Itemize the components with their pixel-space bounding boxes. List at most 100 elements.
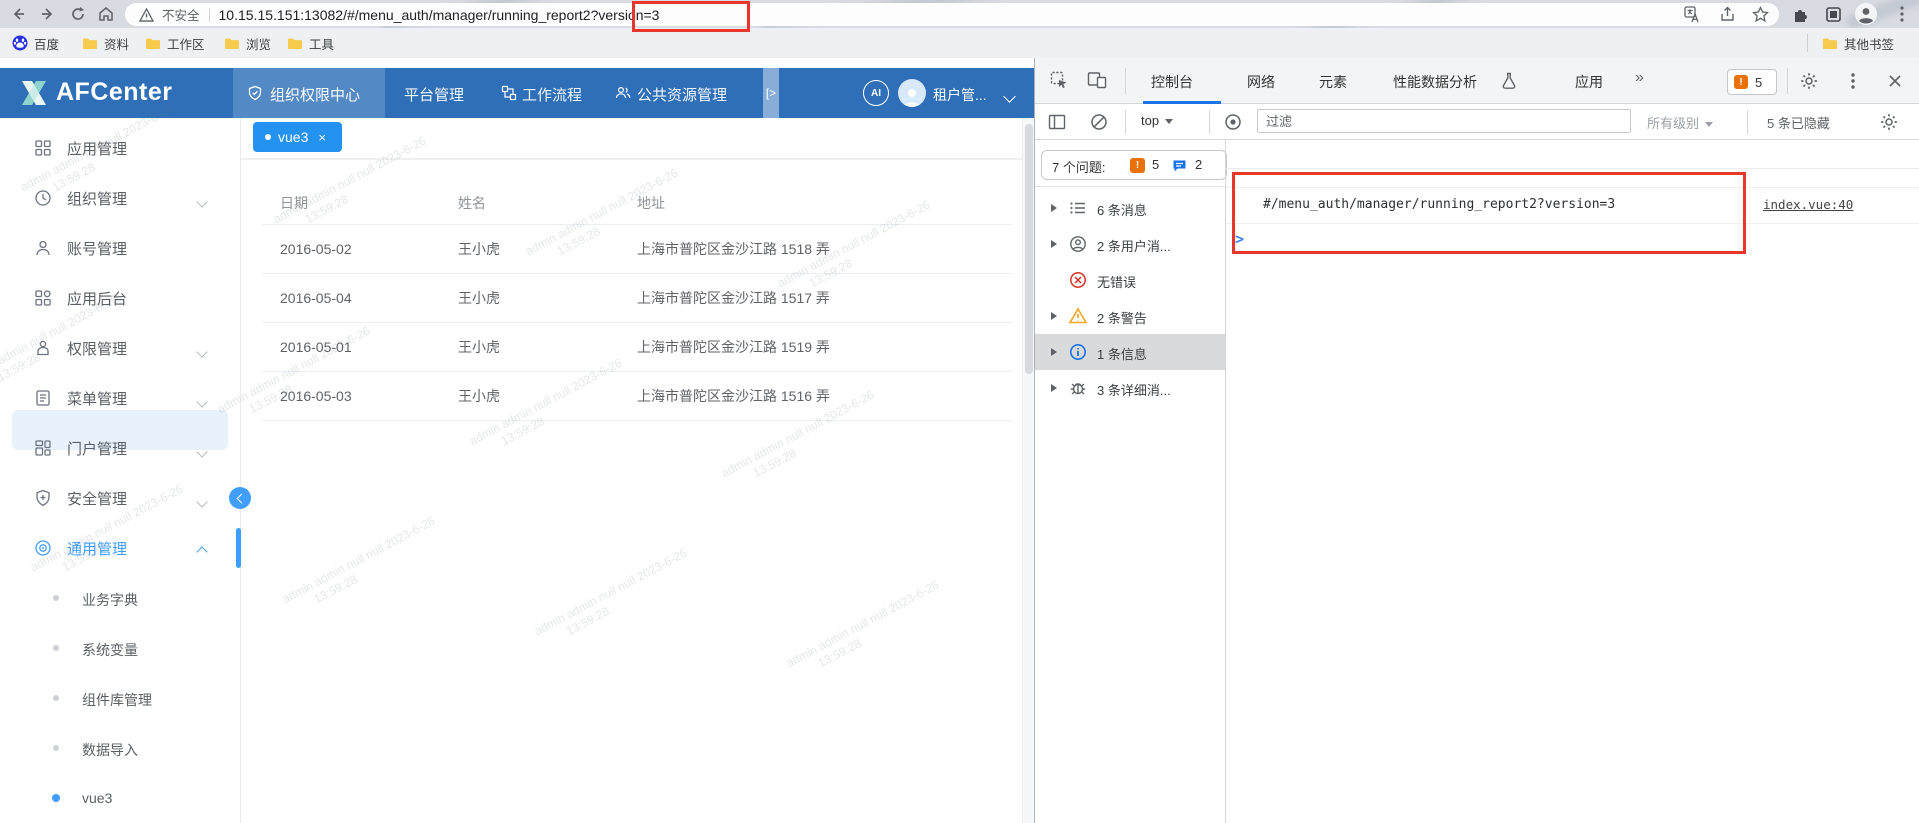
sidebar-item-security-mgmt[interactable]: 安全管理 <box>0 478 240 518</box>
console-sidebar-toggle-icon[interactable] <box>1047 112 1067 132</box>
browser-menu-icon[interactable] <box>1892 4 1912 24</box>
translate-icon[interactable] <box>1682 4 1702 24</box>
cell-date: 2016-05-04 <box>280 290 352 306</box>
device-toolbar-icon[interactable] <box>1087 70 1107 90</box>
tab-vue3[interactable]: vue3 × <box>253 122 342 152</box>
console-filter-info[interactable]: 1 条信息 <box>1035 334 1225 370</box>
sidebar-subitem-vue3[interactable]: vue3 <box>0 783 240 813</box>
bookmark-star-icon[interactable] <box>1750 4 1770 24</box>
devtools-menu-icon[interactable] <box>1843 71 1863 91</box>
console-settings-icon[interactable] <box>1879 112 1899 132</box>
table-row[interactable]: 2016-05-04 王小虎 上海市普陀区金沙江路 1517 弄 <box>262 274 1012 323</box>
nav-item-public-resource[interactable]: 公共资源管理 <box>637 84 727 105</box>
problems-summary-button[interactable]: 7 个问题: ! 5 2 <box>1041 150 1227 180</box>
sidebar-subitem-label: 组件库管理 <box>82 690 152 710</box>
devtools-close-icon[interactable] <box>1885 71 1905 91</box>
profile-avatar[interactable] <box>1854 2 1878 26</box>
sidebar-subitem-business-dict[interactable]: 业务字典 <box>0 583 240 613</box>
reload-icon[interactable] <box>68 4 88 24</box>
devtools-tab-performance[interactable]: 性能数据分析 <box>1393 72 1477 92</box>
home-icon[interactable] <box>96 4 116 24</box>
user-menu-chevron-icon[interactable] <box>1005 88 1014 106</box>
forward-icon[interactable] <box>38 4 58 24</box>
expand-triangle-icon[interactable] <box>1051 312 1057 320</box>
sidebar-subitem-component-lib[interactable]: 组件库管理 <box>0 683 240 713</box>
bookmark-folder[interactable]: 浏览 <box>224 33 271 53</box>
console-filter-errors[interactable]: 无错误 <box>1035 262 1225 298</box>
live-expression-eye-icon[interactable] <box>1223 112 1243 132</box>
other-bookmarks[interactable]: 其他书签 <box>1822 33 1894 53</box>
table-row[interactable]: 2016-05-03 王小虎 上海市普陀区金沙江路 1516 弄 <box>262 372 1012 421</box>
back-icon[interactable] <box>8 4 28 24</box>
sidebar-item-menu-mgmt[interactable]: 菜单管理 <box>0 378 240 418</box>
tab-close-icon[interactable]: × <box>318 130 326 145</box>
scrollbar-thumb[interactable] <box>1025 124 1033 374</box>
column-header: 地址 <box>637 193 665 213</box>
expand-triangle-icon[interactable] <box>1051 204 1057 212</box>
console-filter-all-messages[interactable]: 6 条消息 <box>1035 190 1225 226</box>
console-log-row[interactable]: #/menu_auth/manager/running_report2?vers… <box>1226 187 1919 224</box>
sidebar-collapse-button[interactable] <box>229 487 251 509</box>
console-filter-warnings[interactable]: 2 条警告 <box>1035 298 1225 334</box>
more-tabs-icon[interactable]: » <box>1635 69 1644 87</box>
ai-assistant-icon[interactable]: AI <box>863 80 889 106</box>
nav-expand-button[interactable]: [> <box>763 68 779 118</box>
console-prompt-icon[interactable]: > <box>1235 230 1244 248</box>
devtools-settings-icon[interactable] <box>1799 71 1819 91</box>
log-level-selector[interactable]: 所有级别 <box>1647 113 1713 132</box>
portal-grid-icon <box>34 439 52 457</box>
problems-message-count: 2 <box>1195 157 1202 172</box>
column-header: 姓名 <box>458 193 486 213</box>
nav-item-workflow[interactable]: 工作流程 <box>522 84 582 105</box>
sidebar-item-account-mgmt[interactable]: 账号管理 <box>0 228 240 268</box>
sidebar-item-org-mgmt[interactable]: 组织管理 <box>0 178 240 218</box>
devtools-tab-console[interactable]: 控制台 <box>1151 72 1193 92</box>
bullet-dot-icon <box>53 745 59 751</box>
grid-icon <box>34 139 52 157</box>
nav-item-platform[interactable]: 平台管理 <box>404 84 464 105</box>
share-icon[interactable] <box>1717 4 1737 24</box>
sidebar-subitem-system-vars[interactable]: 系统变量 <box>0 633 240 663</box>
console-filter-input[interactable] <box>1257 109 1631 133</box>
nav-item-org-auth[interactable]: 组织权限中心 <box>270 84 360 105</box>
table-row[interactable]: 2016-05-01 王小虎 上海市普陀区金沙江路 1519 弄 <box>262 323 1012 372</box>
tab-groups-icon[interactable] <box>1823 4 1843 24</box>
expand-triangle-icon[interactable] <box>1051 240 1057 248</box>
browser-toolbar: 不安全 10.15.15.151:13082/#/menu_auth/manag… <box>0 0 1919 28</box>
sidebar-item-app-mgmt[interactable]: 应用管理 <box>0 128 240 168</box>
bullet-dot-icon <box>53 645 59 651</box>
expand-triangle-icon[interactable] <box>1051 348 1057 356</box>
no-errors-icon <box>1069 271 1087 289</box>
devtools-tab-network[interactable]: 网络 <box>1247 72 1275 92</box>
table-row[interactable]: 2016-05-02 王小虎 上海市普陀区金沙江路 1518 弄 <box>262 225 1012 274</box>
workflow-icon <box>501 85 517 101</box>
bookmark-baidu[interactable]: 百度 <box>12 33 59 53</box>
user-name[interactable]: 租户管... <box>933 85 987 105</box>
address-bar[interactable]: 不安全 10.15.15.151:13082/#/menu_auth/manag… <box>125 3 1779 26</box>
console-source-link[interactable]: index.vue:40 <box>1763 197 1853 212</box>
sidebar-subitem-label: vue3 <box>82 790 112 806</box>
sidebar-item-portal-mgmt[interactable]: 门户管理 <box>0 428 240 468</box>
bookmark-folder[interactable]: 工作区 <box>145 33 205 53</box>
sidebar-item-general-mgmt[interactable]: 通用管理 <box>0 528 240 568</box>
context-selector[interactable]: top <box>1141 113 1173 128</box>
extensions-icon[interactable] <box>1790 4 1810 24</box>
console-filter-verbose[interactable]: 3 条详细消... <box>1035 370 1225 406</box>
devtools-tab-application[interactable]: 应用 <box>1575 72 1603 92</box>
expand-triangle-icon[interactable] <box>1051 384 1057 392</box>
clear-console-icon[interactable] <box>1089 112 1109 132</box>
sidebar-item-permission-mgmt[interactable]: 权限管理 <box>0 328 240 368</box>
bookmark-folder[interactable]: 工具 <box>287 33 334 53</box>
user-avatar[interactable] <box>898 79 926 107</box>
inspect-element-icon[interactable] <box>1049 70 1069 90</box>
sidebar-subitem-data-import[interactable]: 数据导入 <box>0 733 240 763</box>
devtools-tab-elements[interactable]: 元素 <box>1319 72 1347 92</box>
issues-counter[interactable]: ! 5 <box>1727 69 1777 95</box>
app-header: AFCenter 组织权限中心 平台管理 工作流程 公共资源管理 [> AI 租… <box>0 68 1034 118</box>
sidebar-item-app-backend[interactable]: 应用后台 <box>0 278 240 318</box>
bookmark-label: 工具 <box>309 34 334 53</box>
console-filter-user-messages[interactable]: 2 条用户消... <box>1035 226 1225 262</box>
bookmark-folder[interactable]: 资料 <box>82 33 129 53</box>
folder-icon <box>287 37 303 50</box>
person-badge-icon <box>34 339 52 357</box>
